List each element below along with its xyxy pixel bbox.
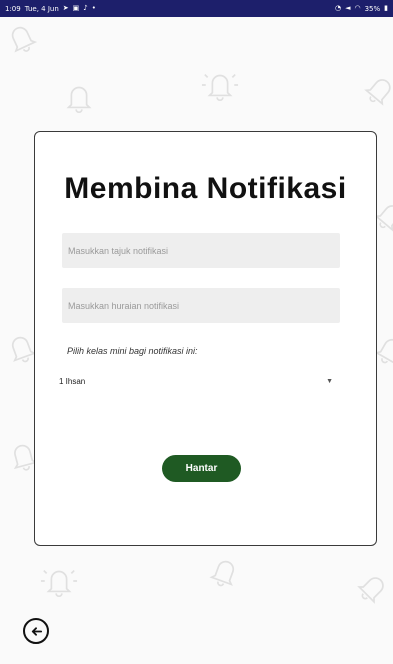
notification-description-input[interactable] <box>62 288 340 323</box>
dropdown-caret-icon: ▼ <box>326 377 333 385</box>
navigation-icon: ➤ <box>62 4 69 12</box>
notification-title-input[interactable] <box>62 233 340 268</box>
class-select-label: Pilih kelas mini bagi notifikasi ini: <box>67 346 198 356</box>
dot-icon: • <box>91 4 96 12</box>
mute-icon: ◄ <box>345 4 351 12</box>
tiktok-icon: ♪ <box>83 4 88 12</box>
bell-icon <box>354 62 393 116</box>
status-time: 1:09 <box>5 4 21 13</box>
notification-form-card: Membina Notifikasi Pilih kelas mini bagi… <box>34 131 377 546</box>
wifi-icon: ◠ <box>354 4 361 12</box>
bell-icon <box>0 12 46 62</box>
battery-icon: ▮ <box>384 4 388 12</box>
bell-icon <box>201 66 239 104</box>
page-title: Membina Notifikasi <box>64 172 347 205</box>
battery-percentage: 35% <box>364 4 381 13</box>
bell-icon <box>347 560 393 614</box>
alarm-icon: ◔ <box>334 4 342 12</box>
calendar-icon: ▣ <box>72 4 80 12</box>
bell-icon <box>201 547 250 596</box>
status-right: ◔ ◄ ◠ 35% ▮ <box>335 5 388 13</box>
class-select-value: 1 Ihsan <box>59 376 86 386</box>
bell-icon <box>60 78 98 116</box>
class-select-dropdown[interactable]: 1 Ihsan ▼ <box>59 372 337 390</box>
status-left: 1:09 Tue, 4 Jun ➤ ▣ ♪ • <box>5 5 96 13</box>
submit-button[interactable]: Hantar <box>162 455 241 482</box>
arrow-left-icon <box>31 626 42 636</box>
status-bar: 1:09 Tue, 4 Jun ➤ ▣ ♪ • ◔ ◄ ◠ 35% ▮ <box>0 0 393 17</box>
bell-icon <box>40 562 78 600</box>
back-button[interactable] <box>23 618 49 644</box>
